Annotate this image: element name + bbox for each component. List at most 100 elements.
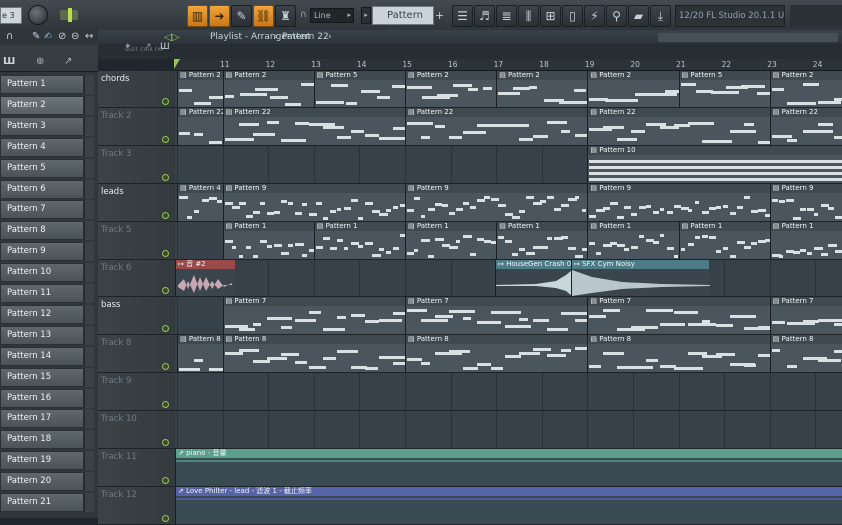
pattern-list-item[interactable]: Pattern 9 — [0, 242, 84, 262]
track-lane[interactable]: ▤ Pattern 2 ▤ Pattern 2 ▤ Pattern 5 ▤ Patte… — [175, 71, 842, 108]
cpu-button[interactable]: ⚲ — [606, 5, 627, 27]
track-mute-led[interactable] — [162, 363, 169, 370]
hat-button[interactable]: ♜ — [275, 5, 296, 27]
track-header[interactable]: Track 9 — [98, 373, 175, 411]
magnet-icon-2[interactable]: ∩ — [6, 31, 13, 42]
mute-tool-icon[interactable]: ⊖ — [71, 31, 79, 42]
track-lane[interactable]: ↦ 音 #2 ↦ HouseGen Crash 09_2↦ SFX Cym Noi… — [175, 260, 842, 297]
stamp-icon-2[interactable]: Ш — [160, 42, 170, 52]
loop-record-button[interactable]: ⛓ — [253, 5, 274, 27]
pattern-list-item[interactable]: Pattern 19 — [0, 451, 84, 471]
pattern-list-item[interactable]: Pattern 21 — [0, 493, 84, 512]
track-lane[interactable]: ⇗ Love Philter - lead - 滤波 1 - 截止频率 — [175, 487, 842, 525]
pattern-clip[interactable]: ▤ Pattern 4 — [177, 184, 223, 221]
track-lane[interactable] — [175, 373, 842, 411]
plugin-picker-button[interactable]: ▯ — [562, 5, 583, 27]
pattern-list-item[interactable]: Pattern 14 — [0, 346, 84, 366]
pattern-list-item[interactable]: Pattern 20 — [0, 472, 84, 492]
track-header[interactable]: Track 3 — [98, 146, 175, 184]
track-mute-led[interactable] — [162, 439, 169, 446]
track-header[interactable]: bass — [98, 297, 175, 335]
slip-tool-icon[interactable]: ↔ — [85, 31, 93, 42]
track-lane[interactable]: ▤ Pattern 8 ▤ Pattern 8 ▤ Pattern 8 ▤ Patte… — [175, 335, 842, 373]
mixer-button[interactable]: ⫼ — [518, 5, 539, 27]
track-mute-led[interactable] — [162, 212, 169, 219]
piano-roll-button[interactable]: ♬ — [474, 5, 495, 27]
track-header[interactable]: chords — [98, 71, 175, 108]
edit-tool-icon[interactable]: ↗ — [64, 56, 72, 67]
pattern-clip[interactable]: ▤ Pattern 9 — [405, 184, 588, 221]
slider-handle[interactable] — [68, 8, 72, 22]
track-mute-led[interactable] — [162, 174, 169, 181]
track-lane[interactable]: ▤ Pattern 1 ▤ Pattern 1 ▤ Pattern 1 ▤ Patte… — [175, 222, 842, 260]
pattern-clip[interactable]: ▤ Pattern 7 — [769, 297, 842, 334]
scroll-arrow-icon[interactable]: ✦ — [124, 42, 132, 52]
delete-tool-icon[interactable]: ⊘ — [58, 31, 66, 42]
track-header[interactable]: Track 6 — [98, 260, 175, 297]
pattern-clip[interactable]: ▤ Pattern 9 — [769, 184, 842, 221]
timeline-ruler[interactable]: 11121314151617181920212223242 — [174, 59, 842, 71]
audio-clip[interactable]: ↦ HouseGen Crash 09_2 — [495, 260, 572, 296]
pattern-clip[interactable]: ▤ Pattern 1 — [222, 222, 314, 259]
track-mute-led[interactable] — [162, 287, 169, 294]
pattern-list-item[interactable]: Pattern 1 — [0, 75, 84, 94]
pattern-clip[interactable]: ▤ Pattern 1 — [405, 222, 497, 259]
browser-button[interactable]: ⊞ — [540, 5, 561, 27]
pattern-list-item[interactable]: Pattern 7 — [0, 200, 84, 220]
pattern-list-item[interactable]: Pattern 3 — [0, 116, 84, 136]
pattern-list-item[interactable]: Pattern 18 — [0, 430, 84, 450]
track-mute-led[interactable] — [162, 136, 169, 143]
pattern-clip[interactable]: ▤ Pattern 5 — [678, 71, 770, 107]
pattern-prev-arrow[interactable]: ▸ — [361, 7, 371, 24]
track-lane[interactable]: ▤ Pattern 4 ▤ Pattern 9 ▤ Pattern 9 ▤ Patte… — [175, 184, 842, 222]
track-header[interactable]: leads — [98, 184, 175, 222]
hint-bar[interactable]: 12/20 FL Studio 20.1.1 Update — [675, 5, 785, 27]
audio-clip[interactable]: ↦ 音 #2 — [175, 260, 235, 296]
automation-clip[interactable]: ⇗ piano - 音量 — [175, 449, 842, 486]
pattern-clip[interactable]: ▤ Pattern 1 — [678, 222, 770, 259]
track-header[interactable]: Track 12 — [98, 487, 175, 525]
track-mute-led[interactable] — [162, 477, 169, 484]
touch-controller-button[interactable]: ▰ — [628, 5, 649, 27]
pattern-clip[interactable]: ▤ Pattern 22 — [769, 108, 842, 145]
typing-keyboard-button[interactable]: ▥ — [187, 5, 208, 27]
pattern-list-item[interactable]: Pattern 10 — [0, 263, 84, 283]
track-lane[interactable]: ▤ Pattern 7 ▤ Pattern 7 ▤ Pattern 7 ▤ Patte… — [175, 297, 842, 335]
track-header[interactable]: Track 11 — [98, 449, 175, 487]
pattern-list-item[interactable]: Pattern 12 — [0, 304, 84, 324]
pattern-list-item[interactable]: Pattern 11 — [0, 284, 84, 303]
audio-clip[interactable]: ↦ SFX Cym Noisy — [571, 260, 710, 296]
pattern-list-item[interactable]: Pattern 6 — [0, 179, 84, 199]
pattern-clip[interactable]: ▤ Pattern 22 — [405, 108, 588, 145]
plug-button[interactable]: ⚡ — [584, 5, 605, 27]
pattern-list-item[interactable]: Pattern 16 — [0, 388, 84, 408]
track-lane[interactable]: ▤ Pattern 10 — [175, 146, 842, 184]
pattern-list-item[interactable]: Pattern 17 — [0, 409, 84, 429]
track-header[interactable]: Track 2 — [98, 108, 175, 146]
playhead-marker-icon[interactable] — [174, 59, 180, 69]
pitch-slider[interactable] — [60, 8, 78, 22]
pattern-list-item[interactable]: Pattern 8 — [0, 221, 84, 241]
track-header[interactable]: Track 8 — [98, 335, 175, 373]
automation-clip[interactable]: ⇗ Love Philter - lead - 滤波 1 - 截止频率 — [175, 487, 842, 524]
resize-handle-icon[interactable]: ↗ — [144, 42, 152, 52]
track-header[interactable]: Track 10 — [98, 411, 175, 449]
channel-rack-button[interactable]: ≣ — [496, 5, 517, 27]
track-lane[interactable] — [175, 411, 842, 449]
snap-select[interactable]: Line ▸ — [310, 8, 354, 23]
pattern-picker-icon-2[interactable]: ⊕ — [36, 56, 44, 67]
volume-knob[interactable] — [28, 5, 48, 25]
add-pattern-icon[interactable]: + — [435, 7, 447, 24]
pattern-clip[interactable]: ▤ Pattern 1 — [313, 222, 405, 259]
metronome-button[interactable]: ✎ — [231, 5, 252, 27]
download-button[interactable]: ⤓ — [650, 5, 671, 27]
pattern-list-item[interactable]: Pattern 4 — [0, 137, 84, 157]
pattern-selector[interactable]: Pattern 22 — [372, 6, 434, 38]
track-mute-led[interactable] — [162, 401, 169, 408]
track-mute-led[interactable] — [162, 250, 169, 257]
playlist-button[interactable]: ☰ — [452, 5, 473, 27]
track-header[interactable]: Track 5 — [98, 222, 175, 260]
horizontal-scrollbar[interactable] — [658, 33, 838, 42]
track-mute-led[interactable] — [162, 325, 169, 332]
draw-tool-icon[interactable]: ✎ — [32, 31, 40, 42]
